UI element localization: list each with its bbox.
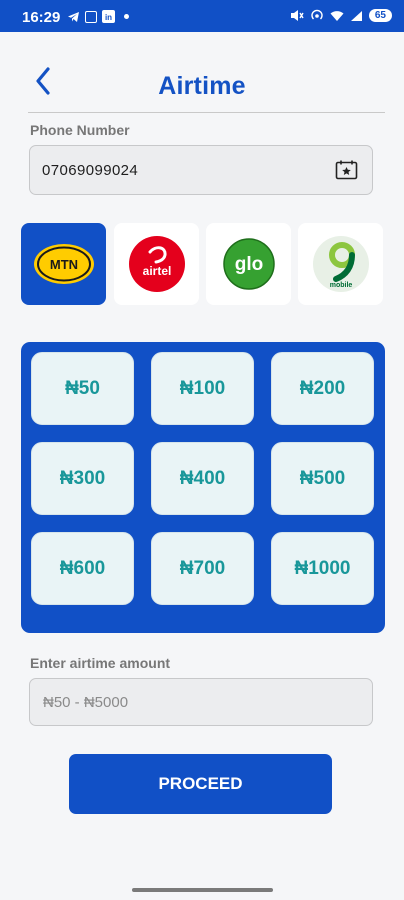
- phone-number-label: Phone Number: [30, 122, 130, 138]
- phone-number-value: 07069099024: [42, 162, 139, 179]
- status-right-icons: 65: [290, 9, 392, 22]
- amount-button-500[interactable]: ₦500: [271, 442, 374, 515]
- amount-panel: ₦50 ₦100 ₦200 ₦300 ₦400 ₦500 ₦600 ₦700 ₦…: [21, 342, 385, 633]
- network-9mobile[interactable]: mobile: [298, 223, 383, 305]
- airtime-amount-input[interactable]: [29, 678, 373, 726]
- phone-number-field[interactable]: 07069099024: [29, 145, 373, 195]
- network-mtn[interactable]: MTN: [21, 223, 106, 305]
- network-glo[interactable]: glo: [206, 223, 291, 305]
- glo-logo-text: glo: [234, 254, 263, 275]
- amount-button-600[interactable]: ₦600: [31, 532, 134, 605]
- network-airtel[interactable]: airtel: [114, 223, 199, 305]
- title-divider: [28, 112, 385, 113]
- amount-button-100[interactable]: ₦100: [151, 352, 254, 425]
- glo-logo: glo: [222, 238, 275, 290]
- battery-icon: 65: [368, 9, 392, 22]
- signal-icon: [350, 10, 362, 21]
- mtn-logo-text: MTN: [49, 257, 77, 272]
- amount-button-300[interactable]: ₦300: [31, 442, 134, 515]
- hotspot-icon: [311, 9, 323, 20]
- airtel-logo: airtel: [128, 236, 185, 292]
- mtn-logo: MTN: [33, 244, 94, 284]
- airtel-logo-text: airtel: [142, 264, 171, 278]
- amount-button-50[interactable]: ₦50: [31, 352, 134, 425]
- telegram-icon: [68, 11, 79, 22]
- amount-button-700[interactable]: ₦700: [151, 532, 254, 605]
- svg-text:in: in: [105, 13, 112, 22]
- home-indicator[interactable]: [132, 888, 273, 892]
- wifi-icon: [330, 10, 344, 21]
- linkedin-icon: in: [102, 10, 115, 23]
- proceed-button[interactable]: PROCEED: [69, 754, 332, 814]
- amount-button-400[interactable]: ₦400: [151, 442, 254, 515]
- 9mobile-logo: mobile: [312, 236, 369, 292]
- status-time: 16:29: [22, 9, 61, 26]
- mute-icon: [290, 10, 304, 21]
- screen-record-icon: [85, 10, 97, 23]
- amount-button-200[interactable]: ₦200: [271, 352, 374, 425]
- status-bar: 16:29 in 65: [0, 0, 404, 32]
- 9mobile-logo-text: mobile: [329, 282, 352, 289]
- amount-button-1000[interactable]: ₦1000: [271, 532, 374, 605]
- page-title: Airtime: [158, 72, 246, 100]
- airtime-amount-label: Enter airtime amount: [30, 655, 171, 671]
- status-left-icons: in: [67, 10, 129, 23]
- notification-dot-icon: [124, 14, 129, 19]
- contact-book-icon[interactable]: [335, 159, 358, 181]
